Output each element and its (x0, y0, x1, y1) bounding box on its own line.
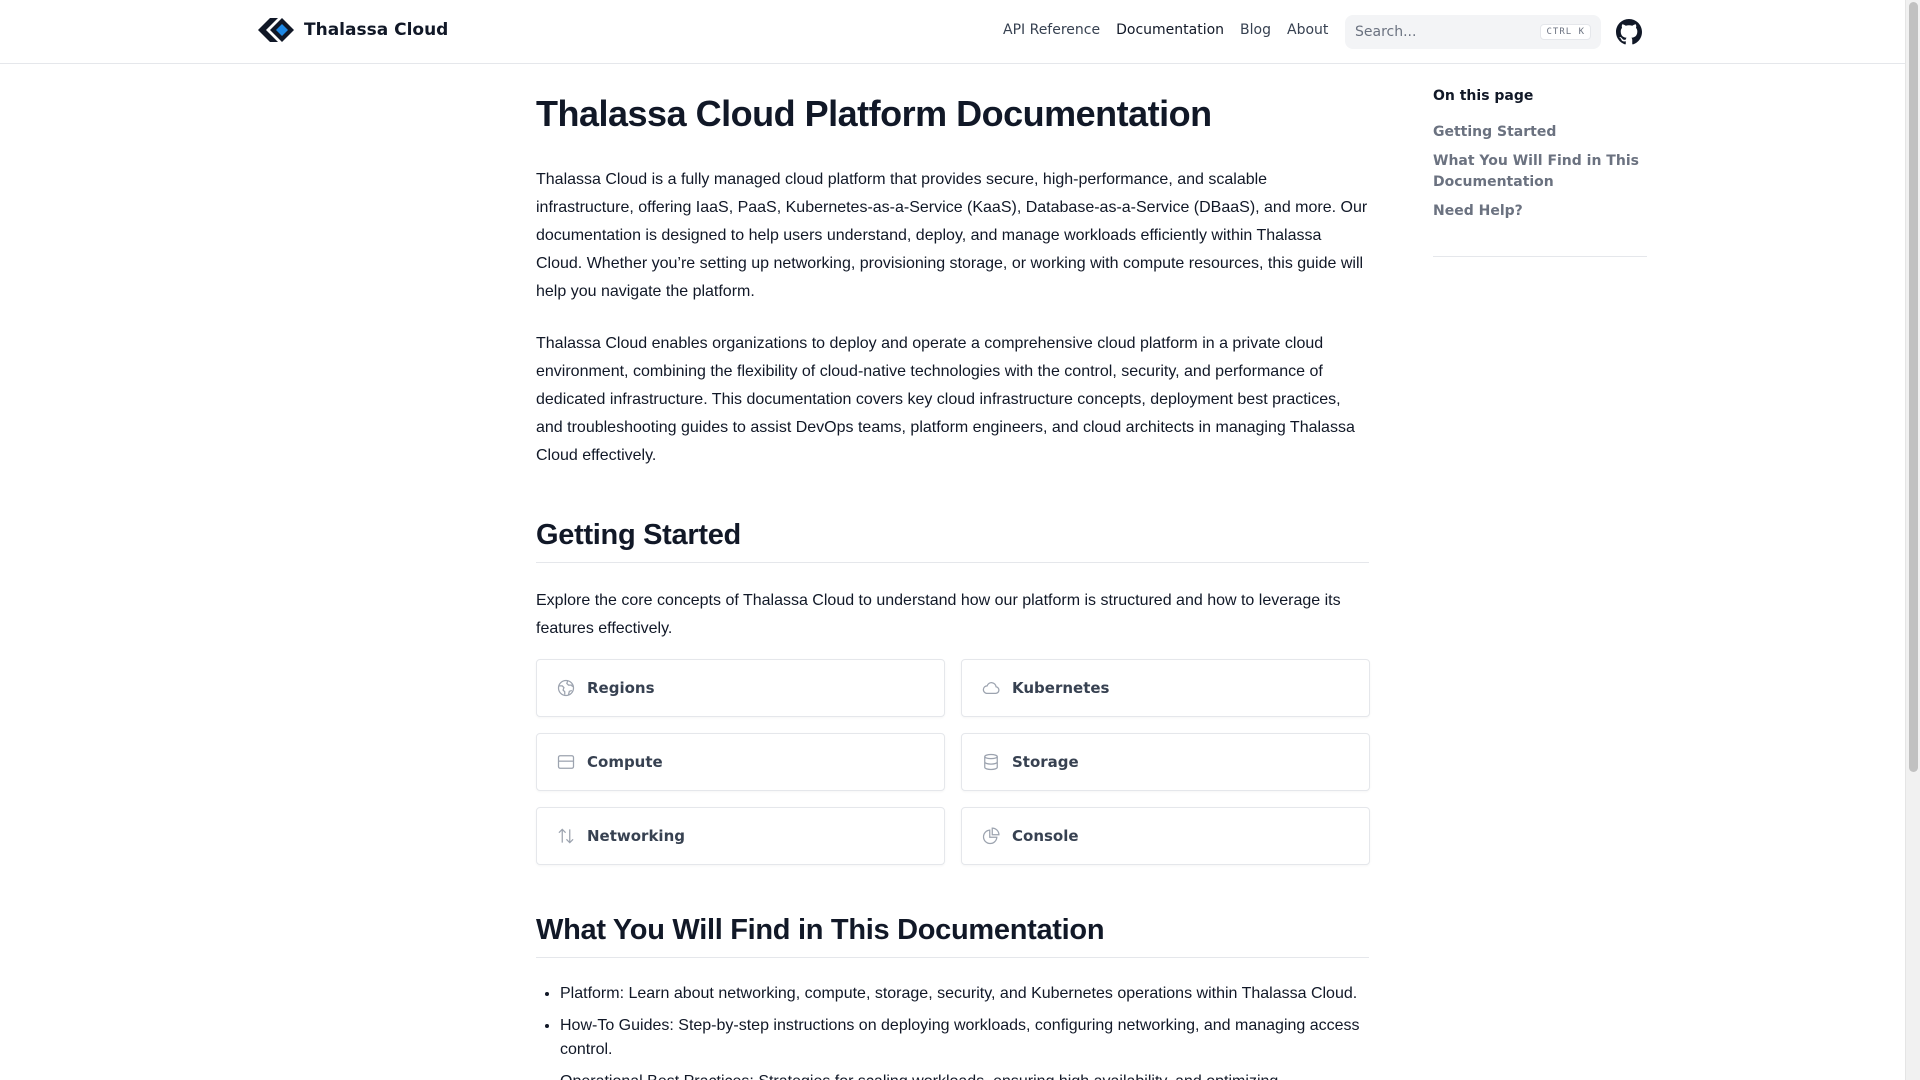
nav-documentation[interactable]: Documentation (1116, 22, 1224, 38)
github-icon[interactable] (1616, 19, 1642, 45)
heading-getting-started: Getting Started (536, 516, 1369, 563)
intro-paragraph-2: Thalassa Cloud enables organizations to … (536, 335, 1355, 464)
arrows-up-down-icon (555, 825, 577, 847)
card-label: Kubernetes (1012, 679, 1110, 697)
nav-about[interactable]: About (1287, 22, 1328, 38)
list-item: Platform: Learn about networking, comput… (560, 982, 1369, 1006)
globe-icon (555, 677, 577, 699)
cloud-icon (980, 677, 1002, 699)
toc-item-getting-started[interactable]: Getting Started (1433, 122, 1647, 143)
card-label: Networking (587, 827, 685, 845)
card-label: Compute (587, 753, 663, 771)
card-label: Regions (587, 679, 655, 697)
top-header: Thalassa Cloud API Reference Documentati… (0, 0, 1905, 64)
on-this-page-toc: On this page Getting Started What You Wi… (1433, 88, 1647, 257)
nav-api-reference[interactable]: API Reference (1003, 22, 1100, 38)
top-nav: API Reference Documentation Blog About (1003, 22, 1328, 38)
list-item: Operational Best Practices: Strategies f… (560, 1070, 1369, 1080)
brand-name: Thalassa Cloud (304, 20, 449, 40)
page-scrollbar[interactable] (1905, 0, 1920, 1080)
toc-item-what-you-will-find[interactable]: What You Will Find in This Documentation (1433, 151, 1647, 193)
server-icon (555, 751, 577, 773)
card-kubernetes[interactable]: Kubernetes (961, 659, 1370, 717)
scrollbar-thumb[interactable] (1909, 2, 1918, 772)
search-input[interactable] (1355, 24, 1541, 40)
card-compute[interactable]: Compute (536, 733, 945, 791)
find-list: Platform: Learn about networking, comput… (536, 982, 1369, 1080)
brand-logo-link[interactable]: Thalassa Cloud (256, 14, 448, 46)
card-console[interactable]: Console (961, 807, 1370, 865)
page-title: Thalassa Cloud Platform Documentation (536, 93, 1212, 134)
card-regions[interactable]: Regions (536, 659, 945, 717)
nav-blog[interactable]: Blog (1240, 22, 1271, 38)
list-item: How-To Guides: Step-by-step instructions… (560, 1014, 1369, 1062)
intro-paragraph-1: Thalassa Cloud is a fully managed cloud … (536, 171, 1368, 300)
card-grid: Regions Kubernetes Compute Storage Netwo… (536, 659, 1370, 865)
toc-divider (1433, 256, 1647, 257)
database-icon (980, 751, 1002, 773)
card-networking[interactable]: Networking (536, 807, 945, 865)
getting-started-text: Explore the core concepts of Thalassa Cl… (536, 592, 1341, 637)
toc-title: On this page (1433, 88, 1534, 104)
card-storage[interactable]: Storage (961, 733, 1370, 791)
search-box[interactable]: CTRL K (1345, 15, 1601, 49)
card-label: Console (1012, 827, 1079, 845)
card-label: Storage (1012, 753, 1079, 771)
toc-item-need-help[interactable]: Need Help? (1433, 201, 1647, 222)
main-content: Thalassa Cloud Platform Documentation Th… (536, 92, 1370, 1080)
heading-what-you-will-find: What You Will Find in This Documentation (536, 911, 1369, 958)
thalassa-logo-icon (258, 18, 294, 42)
chart-pie-icon (980, 825, 1002, 847)
search-shortcut-badge: CTRL K (1540, 24, 1591, 40)
